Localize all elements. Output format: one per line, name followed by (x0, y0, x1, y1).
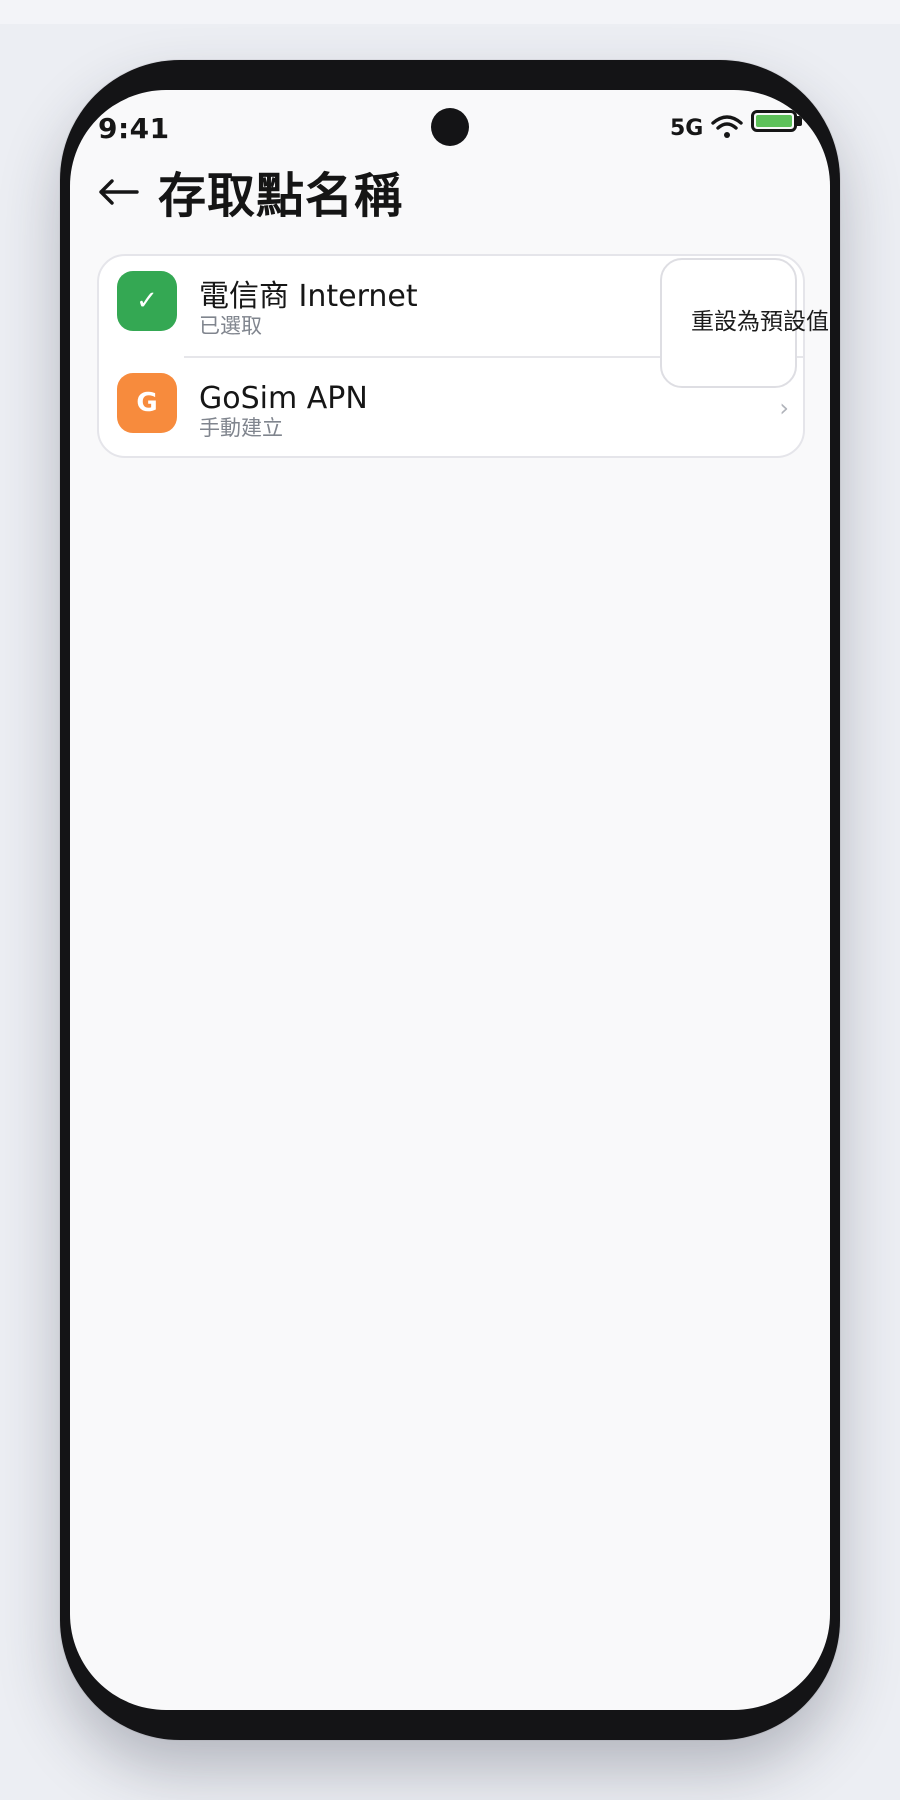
letter-g-icon: G (117, 373, 177, 433)
reset-to-default-menu-item[interactable]: 重設為預設值 (691, 302, 829, 336)
page-title: 存取點名稱 (158, 168, 404, 224)
battery-tip (797, 116, 802, 126)
apn-status: 手動建立 (199, 416, 283, 440)
front-camera (431, 108, 469, 146)
back-arrow-icon (99, 179, 139, 205)
chevron-right-icon: › (779, 394, 789, 422)
apn-title: GoSim APN (199, 381, 368, 416)
apn-status: 已選取 (199, 314, 262, 338)
check-icon: ✓ (117, 271, 177, 331)
status-time: 9:41 (98, 112, 170, 145)
wifi-icon (711, 115, 743, 138)
apn-title: 電信商 Internet (199, 279, 418, 314)
overflow-menu: 重設為預設值 (660, 258, 829, 388)
back-button[interactable] (92, 166, 144, 218)
battery-icon (751, 110, 797, 132)
network-type: 5G (670, 116, 704, 141)
battery-level (756, 115, 792, 127)
phone-screen: 9:41 5G 存取點名稱 ✓ 電信商 Internet 已選取 G GoSim… (70, 90, 830, 1710)
